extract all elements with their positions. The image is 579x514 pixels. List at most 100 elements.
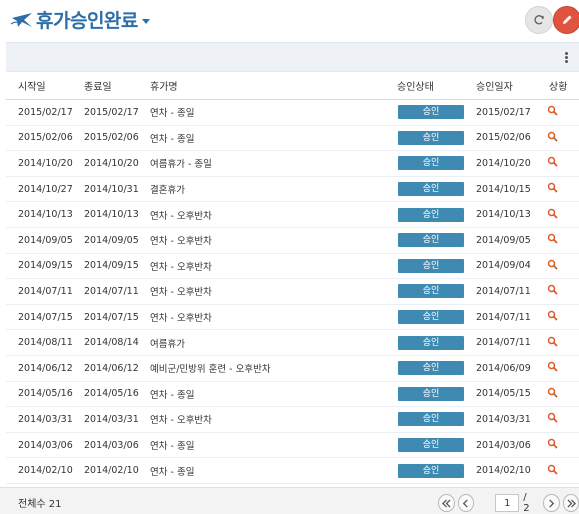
leave-name-cell: 연차 - 종일 xyxy=(150,389,195,401)
table-header: 시작일 종료일 휴가명 승인상태 승인일자 상황 xyxy=(6,72,579,100)
column-header-date[interactable]: 승인일자 xyxy=(476,78,513,93)
approval-date-cell: 2014/07/11 xyxy=(476,285,531,297)
table-row[interactable]: 2014/08/11 2014/08/14 여름휴가 2014/07/11 승인 xyxy=(6,330,579,356)
detail-cell xyxy=(547,310,558,324)
start-date-cell: 2014/09/05 xyxy=(18,234,73,246)
approval-date-cell: 2014/06/09 xyxy=(476,362,531,374)
end-date-cell: 2014/06/12 xyxy=(84,362,139,374)
pencil-icon xyxy=(563,15,572,24)
column-header-start[interactable]: 시작일 xyxy=(18,78,46,93)
approval-state-cell: 승인 xyxy=(398,130,464,145)
table-row[interactable]: 2014/10/13 2014/10/13 연차 - 오후반차 2014/10/13 승… xyxy=(6,202,579,228)
total-count: 전체수 21 xyxy=(18,499,62,510)
status-badge: 승인 xyxy=(398,156,464,171)
last-page-button[interactable] xyxy=(562,494,579,512)
table-row[interactable]: 2014/07/15 2014/07/15 연차 - 오후반차 2014/07/11 승… xyxy=(6,305,579,331)
table-row[interactable]: 2014/02/10 2014/02/10 연차 - 종일 2014/02/10 승인 xyxy=(6,458,579,484)
end-date-cell: 2015/02/06 xyxy=(84,132,139,144)
more-options-icon[interactable] xyxy=(565,52,569,64)
status-badge: 승인 xyxy=(398,412,464,427)
start-date-cell: 2014/07/15 xyxy=(18,311,73,323)
status-badge: 승인 xyxy=(398,386,464,401)
end-date-cell: 2014/02/10 xyxy=(84,465,139,477)
magnifier-icon[interactable] xyxy=(547,438,558,449)
end-date-cell: 2014/08/14 xyxy=(84,337,139,349)
column-header-state[interactable]: 승인상태 xyxy=(397,78,434,93)
table-footer: 전체수 21 / 2 xyxy=(0,487,579,514)
approval-date-cell: 2014/07/11 xyxy=(476,337,531,349)
approval-state-cell: 승인 xyxy=(398,361,464,376)
table-row[interactable]: 2015/02/17 2015/02/17 연차 - 종일 2015/02/17 승인 xyxy=(6,100,579,126)
detail-cell xyxy=(547,438,558,452)
magnifier-icon[interactable] xyxy=(547,310,558,321)
approval-date-cell: 2014/10/20 xyxy=(476,157,531,169)
approval-state-cell: 승인 xyxy=(398,412,464,427)
table-row[interactable]: 2015/02/06 2015/02/06 연차 - 종일 2015/02/06 승인 xyxy=(6,126,579,152)
approval-date-cell: 2014/07/11 xyxy=(476,311,531,323)
start-date-cell: 2014/03/06 xyxy=(18,439,73,451)
column-header-detail[interactable]: 상황 xyxy=(549,78,567,93)
leave-name-cell: 연차 - 종일 xyxy=(150,441,195,453)
detail-cell xyxy=(547,284,558,298)
table-row[interactable]: 2014/03/06 2014/03/06 연차 - 종일 2014/03/06 승인 xyxy=(6,433,579,459)
table-row[interactable]: 2014/03/31 2014/03/31 연차 - 오후반차 2014/03/31 승… xyxy=(6,407,579,433)
column-header-name[interactable]: 휴가명 xyxy=(150,78,178,93)
table-row[interactable]: 2014/10/27 2014/10/31 결혼휴가 2014/10/15 승인 xyxy=(6,177,579,203)
leave-name-cell: 예비군/민방위 훈련 - 오후반차 xyxy=(150,364,271,376)
detail-cell xyxy=(547,233,558,247)
approval-date-cell: 2015/02/17 xyxy=(476,106,531,118)
end-date-cell: 2014/10/13 xyxy=(84,209,139,221)
column-header-end[interactable]: 종료일 xyxy=(84,78,112,93)
table-row[interactable]: 2014/06/12 2014/06/12 예비군/민방위 훈련 - 오후반차 201… xyxy=(6,356,579,382)
approval-state-cell: 승인 xyxy=(398,258,464,273)
magnifier-icon[interactable] xyxy=(547,284,558,296)
approval-state-cell: 승인 xyxy=(398,233,464,248)
start-date-cell: 2015/02/17 xyxy=(18,106,73,118)
approval-state-cell: 승인 xyxy=(398,386,464,401)
leave-name-cell: 연차 - 종일 xyxy=(150,466,195,478)
first-page-button[interactable] xyxy=(438,494,455,512)
table-row[interactable]: 2014/09/05 2014/09/05 연차 - 오후반차 2014/09/05 승… xyxy=(6,228,579,254)
magnifier-icon[interactable] xyxy=(547,361,558,372)
start-date-cell: 2015/02/06 xyxy=(18,132,73,144)
page-title: 휴가승인완료 xyxy=(36,10,138,32)
magnifier-icon[interactable] xyxy=(547,387,558,398)
magnifier-icon[interactable] xyxy=(547,182,558,193)
approval-state-cell: 승인 xyxy=(398,156,464,171)
edit-button[interactable] xyxy=(553,6,579,34)
status-badge: 승인 xyxy=(398,207,464,222)
magnifier-icon[interactable] xyxy=(547,105,558,116)
magnifier-icon[interactable] xyxy=(547,336,558,347)
end-date-cell: 2014/05/16 xyxy=(84,388,139,400)
start-date-cell: 2014/05/16 xyxy=(18,388,73,400)
magnifier-icon[interactable] xyxy=(547,259,558,270)
end-date-cell: 2014/07/11 xyxy=(84,285,139,297)
magnifier-icon[interactable] xyxy=(547,412,558,424)
magnifier-icon[interactable] xyxy=(547,208,558,219)
approval-state-cell: 승인 xyxy=(398,310,464,325)
magnifier-icon[interactable] xyxy=(547,156,558,168)
approval-state-cell: 승인 xyxy=(398,463,464,478)
next-page-button[interactable] xyxy=(543,494,560,512)
magnifier-icon[interactable] xyxy=(547,464,558,475)
status-badge: 승인 xyxy=(398,335,464,350)
start-date-cell: 2014/07/11 xyxy=(18,285,73,297)
detail-cell xyxy=(547,182,558,196)
title-dropdown[interactable]: 휴가승인완료 xyxy=(10,6,150,33)
chevron-left-icon xyxy=(463,498,469,508)
page-input[interactable] xyxy=(495,494,520,512)
magnifier-icon[interactable] xyxy=(547,233,558,244)
table-body: 2015/02/17 2015/02/17 연차 - 종일 2015/02/17 승인 2… xyxy=(6,100,579,484)
approval-state-cell: 승인 xyxy=(398,182,464,197)
table-row[interactable]: 2014/05/16 2014/05/16 연차 - 종일 2014/05/15 승인 xyxy=(6,382,579,408)
status-badge: 승인 xyxy=(398,361,464,376)
refresh-button[interactable] xyxy=(525,6,553,34)
leave-name-cell: 연차 - 오후반차 xyxy=(150,287,212,299)
table-row[interactable]: 2014/09/15 2014/09/15 연차 - 오후반차 2014/09/04 승… xyxy=(6,254,579,280)
magnifier-icon[interactable] xyxy=(547,131,558,142)
table-row[interactable]: 2014/07/11 2014/07/11 연차 - 오후반차 2014/07/11 승… xyxy=(6,279,579,305)
start-date-cell: 2014/03/31 xyxy=(18,413,73,425)
table-row[interactable]: 2014/10/20 2014/10/20 여름휴가 - 종일 2014/10/20 승… xyxy=(6,151,579,177)
start-date-cell: 2014/09/15 xyxy=(18,260,73,272)
prev-page-button[interactable] xyxy=(457,494,475,512)
